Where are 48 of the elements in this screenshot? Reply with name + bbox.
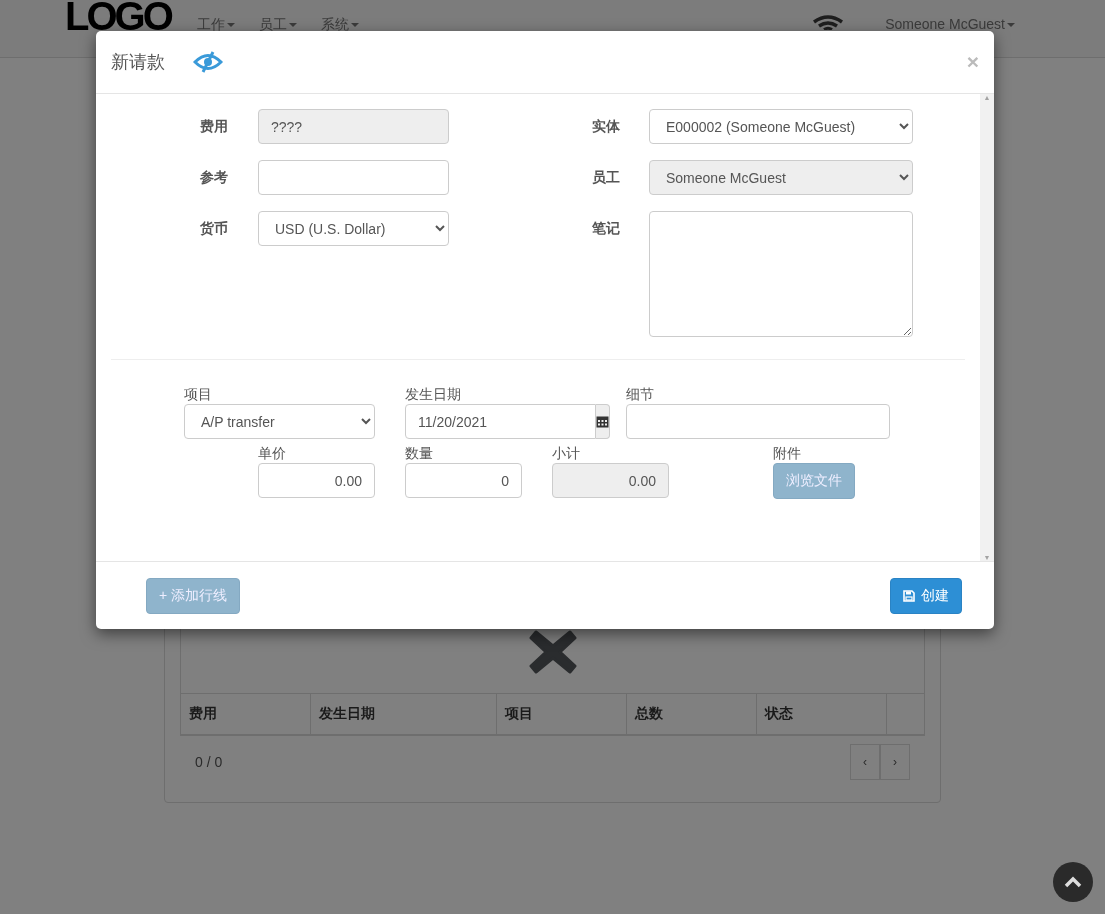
nav-menu[interactable]: 工作 bbox=[196, 15, 235, 33]
close-button[interactable]: × bbox=[966, 50, 979, 74]
field-label: 参考 bbox=[199, 168, 228, 187]
cross-icon bbox=[528, 629, 577, 675]
field-label: 员工 bbox=[591, 168, 620, 187]
column-header: 状态 bbox=[757, 694, 887, 734]
text-area[interactable] bbox=[649, 211, 913, 337]
field-label: 数量 bbox=[405, 444, 434, 463]
field-label: 货币 bbox=[199, 219, 228, 238]
field-label: 发生日期 bbox=[405, 385, 462, 404]
select-field[interactable]: USD (U.S. Dollar) bbox=[258, 211, 449, 246]
pagination-count: 0 / 0 bbox=[195, 754, 223, 770]
input-field[interactable]: ???? bbox=[258, 109, 449, 144]
column-header: 费用 bbox=[181, 694, 311, 734]
user-menu[interactable]: Someone McGuest bbox=[885, 15, 1015, 33]
chevron-up-icon bbox=[1064, 876, 1082, 888]
calendar-button[interactable] bbox=[596, 404, 610, 439]
field-label: 细节 bbox=[626, 385, 655, 404]
scroll-top-button[interactable] bbox=[1053, 862, 1093, 902]
modal-title: 新请款 bbox=[111, 51, 165, 74]
input-field[interactable]: 0 bbox=[405, 463, 522, 498]
calendar-icon bbox=[596, 415, 609, 428]
pager-button[interactable]: ‹ bbox=[850, 744, 880, 780]
eye-slash-icon[interactable] bbox=[193, 51, 223, 73]
input-field[interactable] bbox=[626, 404, 890, 439]
input-field[interactable] bbox=[258, 160, 449, 195]
field-label: 费用 bbox=[199, 117, 228, 136]
column-header: 总数 bbox=[627, 694, 757, 734]
select-field[interactable]: A/P transfer bbox=[184, 404, 375, 439]
input-field[interactable]: 0.00 bbox=[552, 463, 669, 498]
wifi-icon bbox=[813, 15, 844, 30]
column-header: 项目 bbox=[497, 694, 627, 734]
date-field[interactable]: 11/20/2021 bbox=[405, 404, 596, 439]
field-label: 附件 bbox=[773, 444, 802, 463]
field-label: 笔记 bbox=[591, 219, 620, 238]
column-header: 发生日期 bbox=[311, 694, 497, 734]
create-button[interactable]: 创建 bbox=[890, 577, 962, 614]
field-label: 单价 bbox=[258, 444, 287, 463]
pager-button[interactable]: › bbox=[880, 744, 910, 780]
field-label: 小计 bbox=[552, 444, 581, 463]
nav-menu[interactable]: 员工 bbox=[258, 15, 297, 33]
input-field[interactable]: 0.00 bbox=[258, 463, 375, 498]
field-label: 实体 bbox=[591, 117, 620, 136]
select-field[interactable]: Someone McGuest bbox=[649, 160, 913, 195]
field-label: 项目 bbox=[184, 385, 213, 404]
select-field[interactable]: E000002 (Someone McGuest) bbox=[649, 109, 913, 144]
nav-menu[interactable]: 系统 bbox=[320, 15, 359, 33]
logo[interactable]: LOGO bbox=[65, 1, 171, 31]
